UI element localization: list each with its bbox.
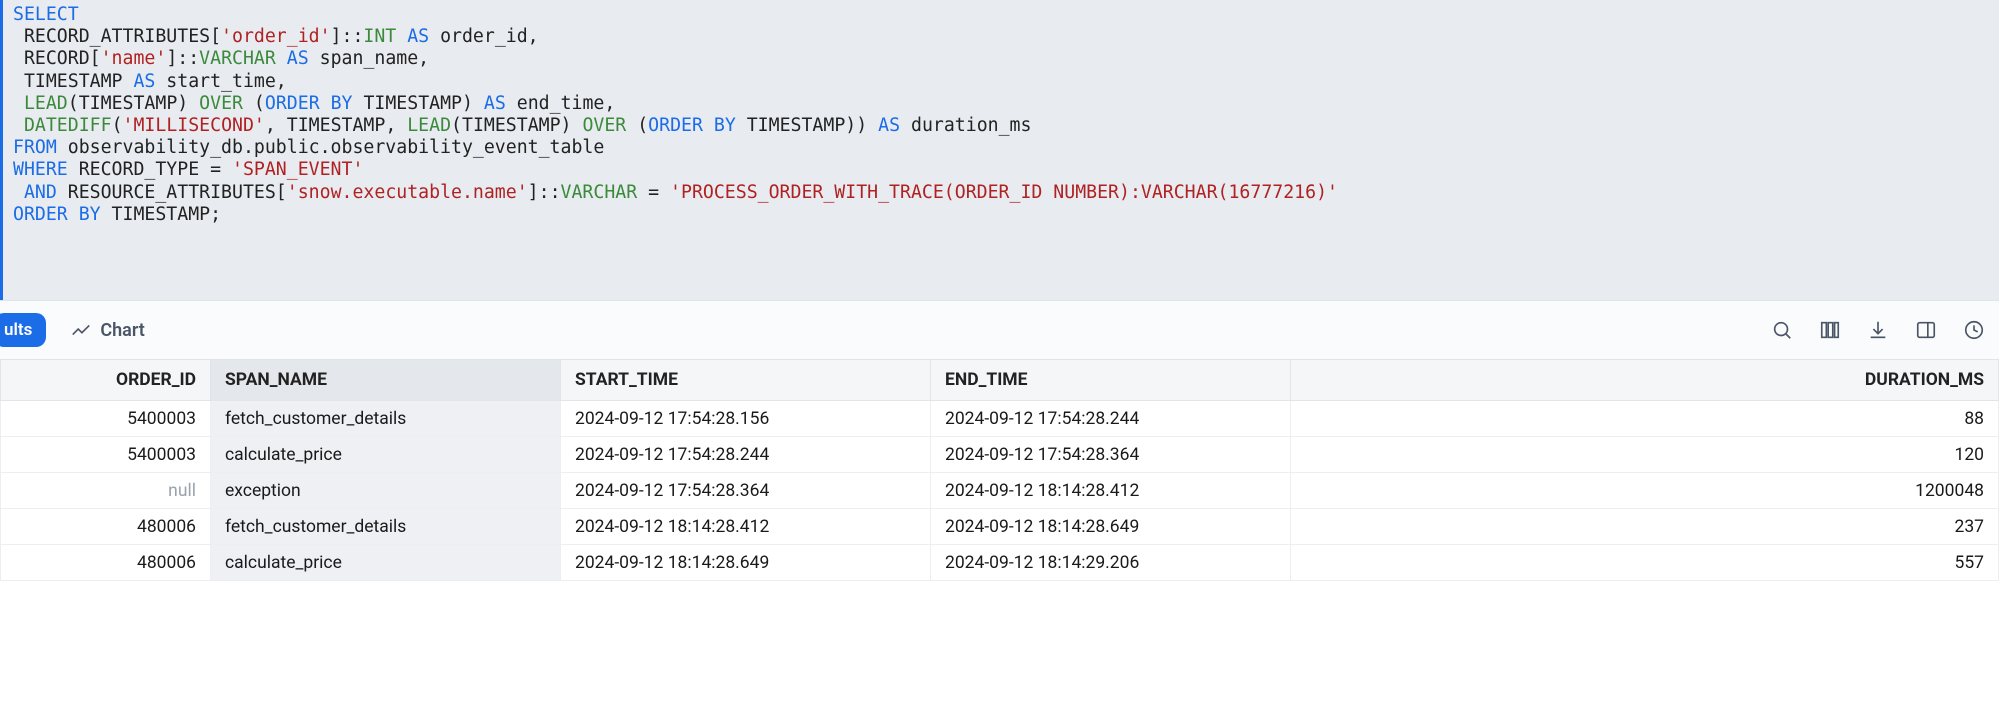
search-icon[interactable] xyxy=(1771,319,1793,341)
cell[interactable]: 2024-09-12 18:14:28.649 xyxy=(931,509,1291,545)
column-header[interactable]: START_TIME xyxy=(561,360,931,401)
cell[interactable]: 480006 xyxy=(1,545,211,581)
cell[interactable]: fetch_customer_details xyxy=(211,509,561,545)
cell[interactable]: 88 xyxy=(1291,401,1999,437)
cell[interactable]: 2024-09-12 17:54:28.244 xyxy=(561,437,931,473)
table-row[interactable]: 480006fetch_customer_details2024-09-12 1… xyxy=(1,509,1999,545)
cell[interactable]: 2024-09-12 18:14:28.649 xyxy=(561,545,931,581)
cell[interactable]: 2024-09-12 17:54:28.364 xyxy=(561,473,931,509)
cell[interactable]: 480006 xyxy=(1,509,211,545)
column-header[interactable]: DURATION_MS xyxy=(1291,360,1999,401)
cell[interactable]: null xyxy=(1,473,211,509)
cell[interactable]: calculate_price xyxy=(211,545,561,581)
cell[interactable]: 237 xyxy=(1291,509,1999,545)
cell[interactable]: 2024-09-12 17:54:28.244 xyxy=(931,401,1291,437)
cell[interactable]: 120 xyxy=(1291,437,1999,473)
cell[interactable]: fetch_customer_details xyxy=(211,401,561,437)
columns-icon[interactable] xyxy=(1819,319,1841,341)
cell[interactable]: 2024-09-12 18:14:28.412 xyxy=(561,509,931,545)
cell[interactable]: 5400003 xyxy=(1,437,211,473)
table-row[interactable]: 5400003calculate_price2024-09-12 17:54:2… xyxy=(1,437,1999,473)
cell[interactable]: exception xyxy=(211,473,561,509)
cell[interactable]: 5400003 xyxy=(1,401,211,437)
table-row[interactable]: nullexception2024-09-12 17:54:28.3642024… xyxy=(1,473,1999,509)
results-table[interactable]: ORDER_IDSPAN_NAMESTART_TIMEEND_TIMEDURAT… xyxy=(0,360,1999,581)
chart-icon xyxy=(70,319,92,341)
cell[interactable]: 1200048 xyxy=(1291,473,1999,509)
results-toolbar: ults Chart xyxy=(0,300,1999,360)
results-tabs: ults Chart xyxy=(0,311,157,349)
tab-chart-label: Chart xyxy=(100,320,144,341)
panel-icon[interactable] xyxy=(1915,319,1937,341)
column-header[interactable]: ORDER_ID xyxy=(1,360,211,401)
table-body: 5400003fetch_customer_details2024-09-12 … xyxy=(1,401,1999,581)
cell[interactable]: 2024-09-12 17:54:28.156 xyxy=(561,401,931,437)
toolbar-actions xyxy=(1771,319,1985,341)
column-header[interactable]: SPAN_NAME xyxy=(211,360,561,401)
cell[interactable]: 2024-09-12 17:54:28.364 xyxy=(931,437,1291,473)
table-header-row: ORDER_IDSPAN_NAMESTART_TIMEEND_TIMEDURAT… xyxy=(1,360,1999,401)
download-icon[interactable] xyxy=(1867,319,1889,341)
tab-chart[interactable]: Chart xyxy=(58,311,156,349)
sql-editor[interactable]: SELECT RECORD_ATTRIBUTES['order_id']::IN… xyxy=(0,0,1999,300)
table-row[interactable]: 480006calculate_price2024-09-12 18:14:28… xyxy=(1,545,1999,581)
cell[interactable]: 2024-09-12 18:14:28.412 xyxy=(931,473,1291,509)
table-row[interactable]: 5400003fetch_customer_details2024-09-12 … xyxy=(1,401,1999,437)
cell[interactable]: 557 xyxy=(1291,545,1999,581)
tab-results[interactable]: ults xyxy=(0,313,46,347)
history-icon[interactable] xyxy=(1963,319,1985,341)
cell[interactable]: calculate_price xyxy=(211,437,561,473)
cell[interactable]: 2024-09-12 18:14:29.206 xyxy=(931,545,1291,581)
sql-code[interactable]: SELECT RECORD_ATTRIBUTES['order_id']::IN… xyxy=(13,4,1999,226)
column-header[interactable]: END_TIME xyxy=(931,360,1291,401)
